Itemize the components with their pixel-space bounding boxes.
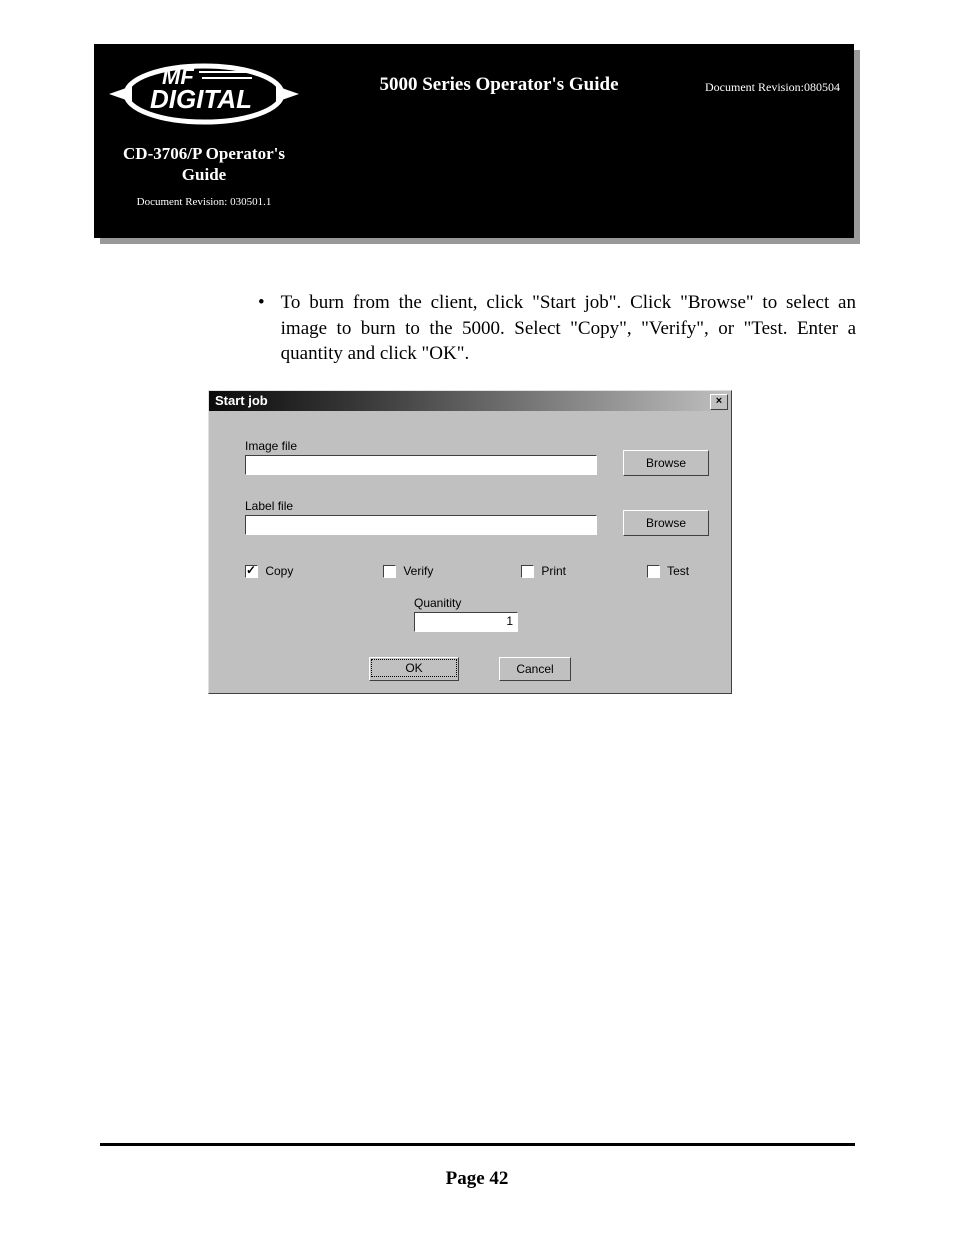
test-checkbox[interactable]: Test: [647, 564, 689, 578]
ok-button[interactable]: OK: [369, 657, 459, 681]
logo-text-digital: DIGITAL: [150, 84, 252, 114]
left-revision: Document Revision: 030501.1: [94, 196, 314, 208]
browse-image-button[interactable]: Browse: [623, 450, 709, 476]
banner-left: MF DIGITAL CD-3706/P Operator's Guide Do…: [94, 44, 314, 238]
quantity-input[interactable]: 1: [414, 612, 518, 632]
left-title-line1: CD-3706/P Operator's: [123, 144, 285, 163]
cancel-label: Cancel: [516, 662, 553, 676]
instruction-text: To burn from the client, click "Start jo…: [281, 290, 856, 367]
bullet-icon: •: [258, 290, 265, 367]
close-button[interactable]: ×: [710, 394, 728, 410]
left-title-line2: Guide: [182, 165, 226, 184]
copy-checkbox[interactable]: Copy: [245, 564, 293, 578]
start-job-dialog: Start job × Image file Browse Label file…: [208, 390, 732, 694]
mf-digital-logo: MF DIGITAL: [104, 54, 304, 129]
banner-right-revision: Document Revision:080504: [705, 80, 840, 95]
image-file-input[interactable]: [245, 455, 597, 475]
banner-center-title: 5000 Series Operator's Guide: [324, 74, 674, 96]
checkbox-icon: [647, 565, 660, 578]
copy-label: Copy: [265, 564, 293, 578]
print-checkbox[interactable]: Print: [521, 564, 566, 578]
label-file-label: Label file: [245, 499, 293, 513]
verify-checkbox[interactable]: Verify: [383, 564, 433, 578]
browse-label-button[interactable]: Browse: [623, 510, 709, 536]
header-banner: MF DIGITAL CD-3706/P Operator's Guide Do…: [94, 44, 854, 238]
dialog-titlebar: Start job ×: [209, 391, 731, 411]
label-file-input[interactable]: [245, 515, 597, 535]
page-number: Page 42: [0, 1168, 954, 1190]
checkbox-icon: [383, 565, 396, 578]
cancel-button[interactable]: Cancel: [499, 657, 571, 681]
quantity-label: Quanitity: [414, 596, 461, 610]
verify-label: Verify: [403, 564, 433, 578]
checkbox-icon: [521, 565, 534, 578]
ok-label: OK: [371, 659, 457, 677]
instruction-bullet: • To burn from the client, click "Start …: [258, 290, 856, 367]
left-guide-title: CD-3706/P Operator's Guide: [94, 143, 314, 186]
checkbox-icon: [245, 565, 258, 578]
close-icon: ×: [716, 395, 722, 407]
dialog-title: Start job: [215, 393, 268, 408]
image-file-label: Image file: [245, 439, 297, 453]
footer-rule: [100, 1143, 855, 1146]
print-label: Print: [541, 564, 566, 578]
test-label: Test: [667, 564, 689, 578]
